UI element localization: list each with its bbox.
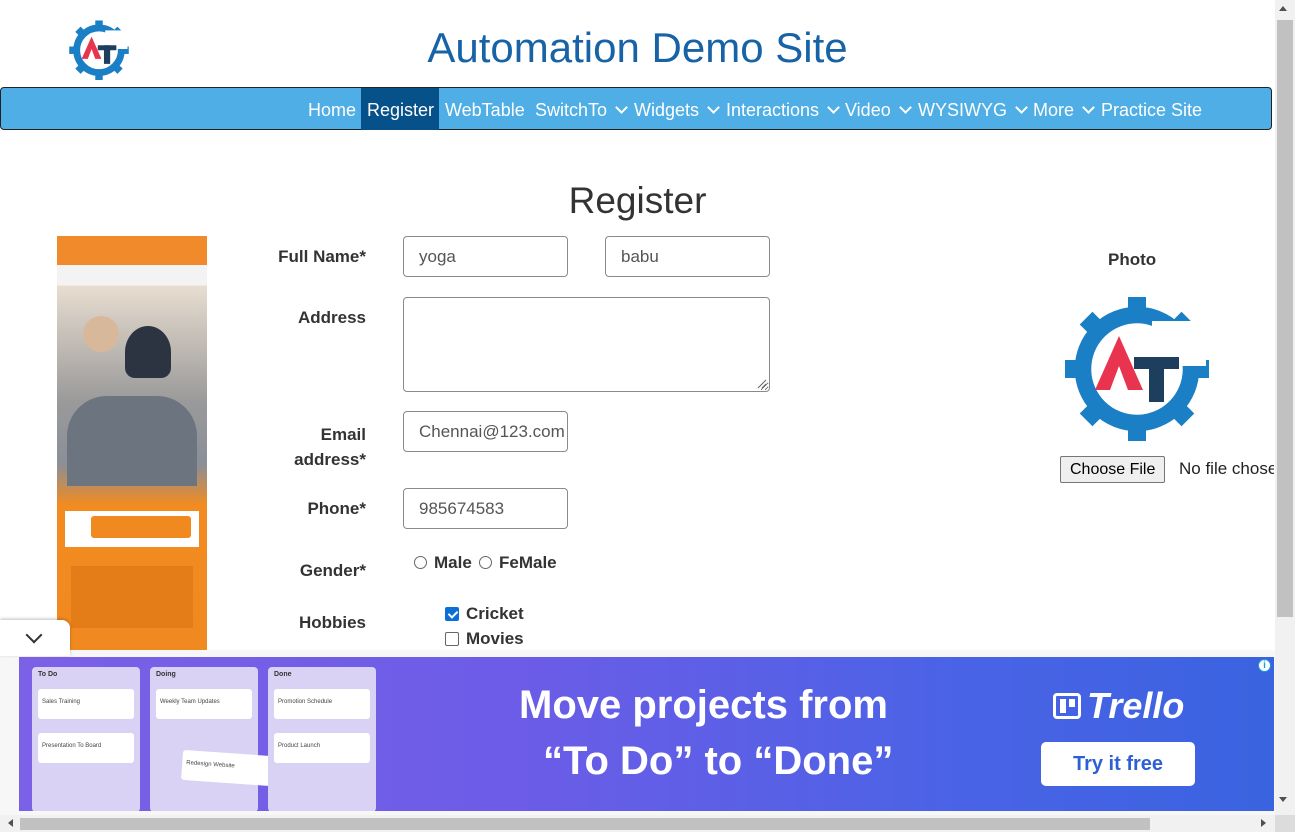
ad-helmet bbox=[125, 326, 171, 378]
gender-female-label: FeMale bbox=[499, 553, 557, 572]
first-name-input[interactable]: yoga bbox=[403, 236, 568, 277]
ad-headline-line1: Move projects from bbox=[519, 683, 888, 727]
nav-practice-site-label: Practice Site bbox=[1101, 100, 1203, 120]
phone-input[interactable]: 985674583 bbox=[403, 488, 568, 529]
gender-female-radio[interactable] bbox=[479, 556, 492, 569]
gender-male-label: Male bbox=[434, 553, 472, 572]
chevron-down-icon bbox=[1082, 101, 1095, 114]
vertical-scrollbar-thumb[interactable] bbox=[1277, 20, 1293, 617]
page-title: Register bbox=[568, 180, 707, 221]
nav-wysiwyg[interactable]: WYSIWYG bbox=[912, 88, 1032, 130]
email-label: Email address* bbox=[226, 422, 366, 472]
ad-board-card: Promotion Schedule bbox=[274, 689, 370, 719]
ad-card-text: Product Launch bbox=[278, 743, 321, 749]
chevron-down-icon bbox=[707, 101, 720, 114]
resize-handle-icon[interactable] bbox=[756, 378, 767, 389]
scroll-down-arrow-icon[interactable] bbox=[1279, 797, 1287, 802]
ad-board-done: Done Promotion Schedule Product Launch bbox=[268, 667, 376, 811]
ad-board-title: Done bbox=[274, 671, 292, 678]
scrollbar-corner bbox=[1275, 815, 1295, 832]
chevron-down-icon bbox=[615, 101, 628, 114]
ad-board-title: To Do bbox=[38, 671, 58, 678]
scroll-right-arrow-icon[interactable] bbox=[1261, 819, 1266, 827]
main-navbar: Home Register WebTable SwitchTo Widgets … bbox=[0, 87, 1272, 130]
nav-register-label: Register bbox=[367, 100, 435, 120]
chevron-down-icon bbox=[898, 101, 912, 114]
hobby-movies-checkbox[interactable] bbox=[445, 632, 459, 646]
nav-webtable[interactable]: WebTable bbox=[439, 88, 531, 130]
ad-board-card: Weekly Team Updates bbox=[156, 689, 252, 719]
nav-more[interactable]: More bbox=[1027, 88, 1099, 130]
ad-card-text: Weekly Team Updates bbox=[160, 699, 220, 705]
ad-card-text: Sales Training bbox=[42, 699, 81, 705]
ad-tagline-box bbox=[71, 566, 193, 628]
profile-photo-logo-icon bbox=[1065, 297, 1209, 441]
nav-more-label: More bbox=[1033, 100, 1075, 120]
address-label: Address bbox=[297, 308, 366, 327]
hobby-movies-label: Movies bbox=[466, 629, 524, 648]
photo-label: Photo bbox=[1108, 250, 1157, 269]
ad-card-text: Presentation To Board bbox=[42, 743, 102, 749]
nav-video[interactable]: Video bbox=[839, 88, 916, 130]
site-title: Automation Demo Site bbox=[427, 24, 848, 71]
email-input[interactable]: Chennai@123.com bbox=[403, 411, 568, 452]
bottom-advertisement[interactable]: To Do Sales Training Presentation To Boa… bbox=[19, 657, 1274, 811]
nav-switchto[interactable]: SwitchTo bbox=[529, 88, 632, 130]
ad-cta-button[interactable]: Try it free bbox=[1041, 742, 1195, 786]
ad-brand-name: Trello bbox=[1087, 685, 1185, 726]
email-label-line2: address* bbox=[294, 450, 366, 469]
last-name-input[interactable]: babu bbox=[605, 236, 770, 277]
nav-webtable-label: WebTable bbox=[445, 100, 525, 120]
chevron-down-icon bbox=[25, 626, 43, 644]
ad-headline-line2: “To Do” to “Done” bbox=[543, 739, 894, 783]
ad-product-badge bbox=[91, 516, 191, 538]
ad-card-text: Redesign Website bbox=[186, 760, 235, 770]
hobby-cricket-checkbox[interactable] bbox=[445, 607, 459, 621]
choose-file-button[interactable]: Choose File bbox=[1060, 456, 1166, 483]
phone-label: Phone* bbox=[307, 499, 366, 518]
nav-widgets-label: Widgets bbox=[634, 100, 700, 120]
ad-board-card: Sales Training bbox=[38, 689, 134, 719]
nav-register[interactable]: Register bbox=[361, 88, 439, 130]
ad-info-icon[interactable]: i bbox=[1258, 659, 1271, 672]
hobbies-label: Hobbies bbox=[298, 613, 366, 632]
address-textarea[interactable] bbox=[403, 297, 770, 392]
nav-interactions[interactable]: Interactions bbox=[720, 88, 844, 130]
scroll-left-arrow-icon[interactable] bbox=[8, 819, 13, 827]
ad-collapse-button[interactable] bbox=[0, 620, 70, 656]
nav-home[interactable]: Home bbox=[302, 88, 362, 130]
ad-board-card-dragged: Redesign Website bbox=[181, 749, 273, 787]
hobby-cricket-label: Cricket bbox=[466, 604, 524, 623]
nav-practice-site[interactable]: Practice Site bbox=[1095, 88, 1208, 130]
ad-board-todo: To Do Sales Training Presentation To Boa… bbox=[32, 667, 140, 811]
email-label-line1: Email bbox=[320, 425, 366, 444]
horizontal-scrollbar-thumb[interactable] bbox=[20, 818, 1150, 830]
ad-person-face bbox=[83, 316, 119, 352]
gender-male-radio[interactable] bbox=[414, 556, 427, 569]
nav-video-label: Video bbox=[845, 100, 891, 120]
ad-board-title: Doing bbox=[156, 671, 176, 678]
scroll-up-arrow-icon[interactable] bbox=[1279, 6, 1287, 11]
nav-interactions-label: Interactions bbox=[726, 100, 820, 120]
full-name-label: Full Name* bbox=[278, 247, 366, 266]
ad-board-doing: Doing Weekly Team Updates Redesign Websi… bbox=[150, 667, 273, 811]
ad-board-card: Product Launch bbox=[274, 733, 370, 763]
no-file-chosen-text: No file chosen bbox=[1179, 459, 1274, 478]
nav-home-label: Home bbox=[308, 100, 357, 120]
ad-card-text: Promotion Schedule bbox=[278, 699, 333, 705]
nav-widgets[interactable]: Widgets bbox=[628, 88, 724, 130]
nav-switchto-label: SwitchTo bbox=[535, 100, 608, 120]
ad-people-figure bbox=[67, 396, 197, 486]
side-advertisement[interactable] bbox=[57, 236, 207, 650]
gender-label: Gender* bbox=[299, 561, 366, 580]
ad-board-card: Presentation To Board bbox=[38, 733, 134, 763]
chevron-down-icon bbox=[1015, 101, 1028, 114]
nav-wysiwyg-label: WYSIWYG bbox=[918, 100, 1007, 120]
trello-logo-icon bbox=[1053, 693, 1081, 719]
